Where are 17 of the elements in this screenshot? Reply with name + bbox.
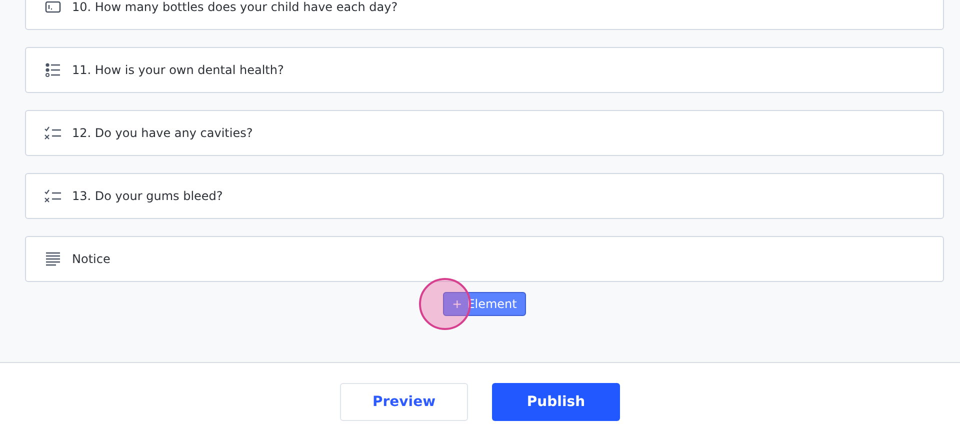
preview-button[interactable]: Preview	[340, 383, 468, 421]
checklist-icon	[44, 126, 62, 140]
checklist-icon	[44, 189, 62, 203]
choice-list-icon	[45, 63, 61, 77]
paragraph-icon	[45, 252, 61, 266]
form-element-card[interactable]: 11. How is your own dental health?	[25, 47, 944, 93]
number-field-icon	[45, 1, 61, 13]
form-element-card[interactable]: 12. Do you have any cavities?	[25, 110, 944, 156]
element-label: 12. Do you have any cavities?	[72, 125, 253, 142]
element-label: Notice	[72, 251, 110, 268]
element-label: 10. How many bottles does your child have each day?	[72, 0, 398, 16]
form-element-card[interactable]: Notice	[25, 236, 944, 282]
element-label: 11. How is your own dental health?	[72, 62, 284, 79]
form-element-card[interactable]: 10. How many bottles does your child have each day?	[25, 0, 944, 30]
form-element-card[interactable]: 13. Do your gums bleed?	[25, 173, 944, 219]
publish-button[interactable]: Publish	[492, 383, 620, 421]
element-label: 13. Do your gums bleed?	[72, 188, 223, 205]
